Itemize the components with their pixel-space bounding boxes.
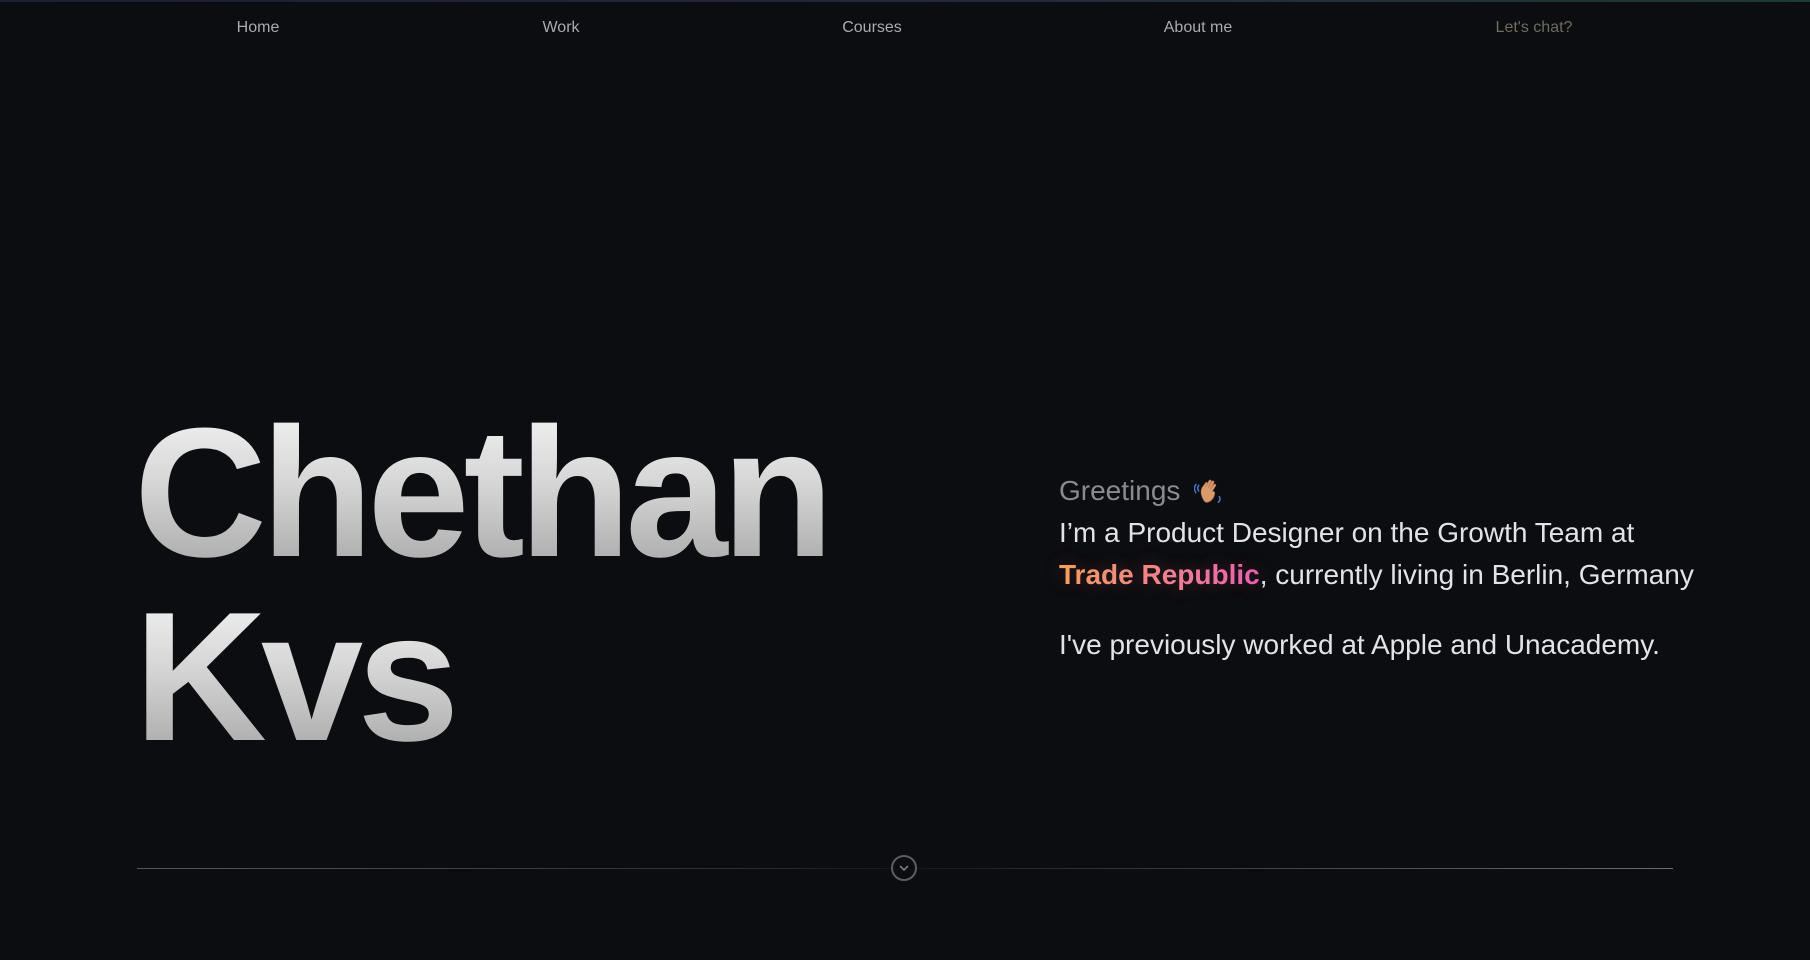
hero-last-name: Kvs (134, 584, 894, 768)
intro-role-suffix: , currently living in Berlin, Germany (1259, 559, 1694, 590)
intro-paragraph-experience: I've previously worked at Apple and Unac… (1059, 629, 1660, 660)
intro-role-prefix: I’m a Product Designer on the Growth Tea… (1059, 517, 1635, 548)
nav-link-work[interactable]: Work (542, 19, 579, 37)
intro-section: Greetings I’m a Product Designer on the … (1059, 470, 1699, 666)
main-navigation: Home Work Courses About me Let's chat? (0, 19, 1810, 43)
hero-name: Chethan Kvs (134, 400, 894, 768)
nav-link-courses[interactable]: Courses (842, 19, 902, 37)
nav-link-home[interactable]: Home (237, 19, 280, 37)
chevron-down-icon (899, 865, 909, 871)
intro-paragraph-role: I’m a Product Designer on the Growth Tea… (1059, 512, 1699, 596)
hero-first-name: Chethan (134, 400, 894, 584)
top-accent-line (0, 0, 1810, 2)
greeting-row: Greetings (1059, 470, 1699, 512)
nav-link-lets-chat[interactable]: Let's chat? (1496, 19, 1573, 37)
waving-hand-icon (1194, 476, 1224, 506)
nav-link-about-me[interactable]: About me (1164, 19, 1232, 37)
scroll-down-button[interactable] (891, 855, 917, 881)
greeting-text: Greetings (1059, 475, 1181, 506)
company-link-trade-republic[interactable]: Trade Republic (1059, 559, 1260, 590)
